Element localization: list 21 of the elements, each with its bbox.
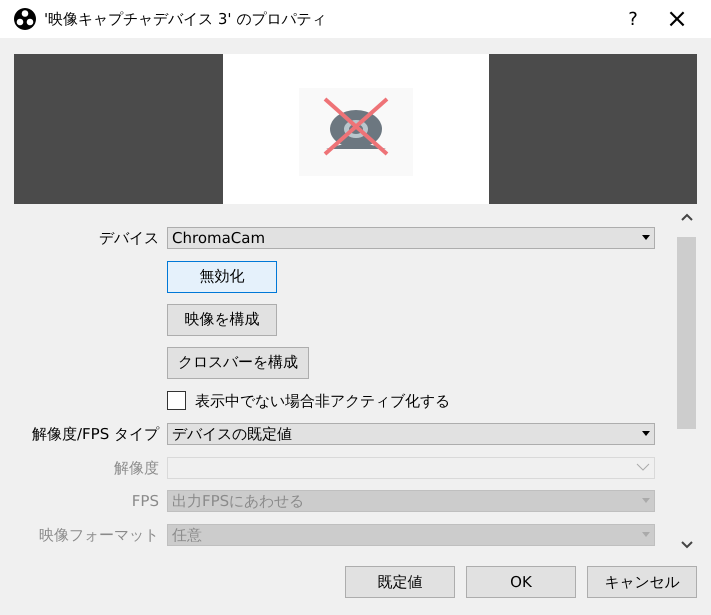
- action-button[interactable]: 映像を構成: [167, 304, 277, 336]
- help-button[interactable]: ?: [613, 6, 653, 32]
- close-button[interactable]: ×: [653, 6, 701, 32]
- field-label: 映像フォーマット: [38, 524, 160, 546]
- action-button[interactable]: 無効化: [167, 260, 277, 292]
- app-logo-icon: [14, 8, 36, 30]
- dropdown[interactable]: ChromaCam: [167, 227, 655, 250]
- field-label: FPS: [130, 491, 160, 512]
- field-label: デバイス: [98, 228, 160, 249]
- scroll-down-icon[interactable]: [680, 541, 692, 549]
- dropdown[interactable]: デバイスの既定値: [167, 423, 655, 446]
- dialog-button[interactable]: キャンセル: [587, 566, 697, 598]
- field-label: 解像度: [113, 458, 160, 478]
- action-button[interactable]: クロスバーを構成: [167, 346, 309, 378]
- dialog-button[interactable]: 既定値: [345, 566, 455, 598]
- field-label: 解像度/FPS タイプ: [30, 424, 160, 445]
- scroll-up-icon[interactable]: [680, 213, 692, 221]
- checkbox[interactable]: [167, 391, 186, 410]
- window-title: '映像キャプチャデバイス 3' のプロパティ: [44, 8, 326, 30]
- dialog-button[interactable]: OK: [466, 566, 576, 598]
- checkbox-label[interactable]: 表示中でない場合非アクティブ化する: [195, 390, 450, 412]
